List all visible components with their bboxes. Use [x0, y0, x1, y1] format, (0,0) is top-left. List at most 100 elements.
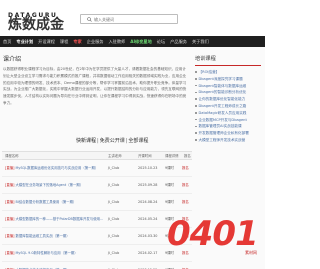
- logo-chinese-text: 炼数成金: [8, 17, 64, 33]
- nav-item[interactable]: 企业服务: [87, 36, 104, 47]
- course-name: BI结合数据分析数据工具使用（第一期）: [15, 200, 77, 204]
- course-date: 2025.10.23: [138, 166, 158, 170]
- enroll-button[interactable]: 报名: [182, 262, 189, 269]
- intro-title: 课介绍: [3, 56, 22, 63]
- header-details: 课程详情: [165, 154, 179, 158]
- course-table: 课程名称 主讲老师 开课时间 课程详情 报名 [直播]MySQL数据库运维优化实…: [2, 151, 192, 269]
- sidebar-course-link[interactable]: DataMagic研发人员应用实践: [195, 110, 261, 117]
- sidebar-course-link[interactable]: 企业数据MCP开发与Dbagent: [195, 117, 261, 124]
- sidebar-course-label: Dbagent深度探究学习课题: [198, 76, 243, 81]
- nav-item[interactable]: 论坛: [157, 36, 165, 47]
- bullet-icon: [195, 84, 197, 87]
- enroll-button[interactable]: 报名: [182, 177, 189, 194]
- sidebar-course-label: 数据库管理员AI实战技能课: [198, 124, 242, 129]
- sidebar-list: 【ROI结营】 Dbagent深度探究学习课题 Dbagent智能体与数据库运维 Db…: [195, 69, 261, 144]
- course-teacher: Ji_Club: [108, 200, 120, 204]
- sidebar-course-link[interactable]: 让你的数据库优化智能化能力: [195, 96, 261, 103]
- course-name-link[interactable]: [直播]大模型数据库的一种——基于PolarDB数据库开发与使用实践（第一期）: [5, 211, 105, 228]
- bullet-icon: [195, 139, 197, 141]
- nav-item[interactable]: 开设课程: [38, 36, 55, 47]
- sidebar-course-link[interactable]: Dbagent的智能诊断分析优化: [195, 89, 261, 96]
- course-name: 大模型数据库的一种——基于PolarDB数据库开发与使用实践（第一期）: [15, 217, 105, 221]
- table-row: [直播]大模型数据库的一种——基于PolarDB数据库开发与使用实践（第一期）J…: [2, 211, 192, 228]
- header-teacher: 主讲老师: [108, 154, 122, 158]
- sidebar-course-label: DataMagic研发人员应用实践: [198, 110, 247, 115]
- course-name-link[interactable]: [直播]MySQL数据库运维优化实用技巧与实战应用（第一期）: [5, 160, 105, 177]
- tab-new-courses[interactable]: 快新课程: [76, 136, 96, 146]
- course-type-tag: [直播]: [5, 234, 15, 238]
- nav-item[interactable]: 专业计划: [16, 36, 33, 47]
- course-name-link[interactable]: [直播]BI结合数据分析数据工具使用（第一期）: [5, 194, 105, 211]
- course-chapters: 9课时: [165, 166, 174, 170]
- course-name-link[interactable]: [直播]大模型在业务场景下的落地Agent（第一期）: [5, 177, 105, 194]
- sidebar-course-link[interactable]: Dbagent智能体与数据库运维: [195, 83, 261, 90]
- nav-item[interactable]: 专家: [73, 36, 81, 47]
- sidebar-course-link[interactable]: 【ROI结营】: [195, 69, 261, 76]
- table-row: [直播]大数据技术栈全流程实战（第一期）Ji_Club 2023.12.22 9课时…: [2, 262, 192, 269]
- course-date: 2024.03.30: [138, 234, 158, 238]
- bullet-icon: [195, 78, 197, 80]
- header-enroll: 报名: [184, 154, 191, 158]
- nav-item[interactable]: 首页: [3, 36, 11, 47]
- intro-body: 以数据获得职业课程学习为目标，由20世纪，在2年中为在学员提供了大量人才，请着数…: [3, 67, 187, 105]
- nav-item[interactable]: AI修变星地: [130, 36, 152, 47]
- enroll-button[interactable]: 报名: [182, 160, 189, 177]
- sidebar-course-link[interactable]: Dbagent深度探究学习课题: [195, 76, 261, 83]
- main-nav: 首页 专业计划 开设课程 课程 专家 企业服务 入驻教师 AI修变星地 论坛 产品服务 关于我们: [0, 36, 265, 47]
- bullet-icon: [195, 112, 197, 114]
- search-box[interactable]: [80, 14, 178, 24]
- header-course-name: 课程名称: [5, 154, 19, 158]
- bullet-icon: [195, 105, 197, 107]
- bullet-icon: [195, 98, 197, 100]
- course-date: 2024.05.24: [138, 217, 158, 221]
- sidebar-course-link[interactable]: 大模型工程师开发技术实战营: [195, 137, 261, 144]
- table-header: 课程名称 主讲老师 开课时间 课程详情 报名: [2, 151, 192, 160]
- nav-item[interactable]: 产品服务: [170, 36, 187, 47]
- sidebar-course-label: 开发数据管理师企业私有化部署: [198, 131, 249, 136]
- course-name-link[interactable]: [直播]数据库智能运维工具实战（第一期）: [5, 228, 105, 245]
- course-teacher: Ji_Club: [108, 183, 120, 187]
- course-name-link[interactable]: [直播]MySQL 9.0新特性解析与应用（第一期）: [5, 245, 105, 262]
- watermark-subtext: 素材网: [245, 250, 257, 255]
- table-body: [直播]MySQL数据库运维优化实用技巧与实战应用（第一期） Ji_Club 202…: [2, 160, 192, 269]
- course-name: 数据库智能运维工具实战（第一期）: [15, 234, 70, 238]
- bullet-icon: [195, 132, 197, 134]
- sidebar-title: 培训课程: [195, 55, 261, 66]
- table-row: [直播]大模型在业务场景下的落地Agent（第一期） Ji_Club 2025.09…: [2, 177, 192, 194]
- watermark-digits: 0401: [167, 214, 259, 254]
- table-row: [直播]MySQL 9.0新特性解析与应用（第一期） Ji_Club 2024.02…: [2, 245, 192, 262]
- tab-separator: |: [97, 138, 99, 144]
- table-row: [直播]MySQL数据库运维优化实用技巧与实战应用（第一期） Ji_Club 202…: [2, 160, 192, 177]
- bullet-icon: [195, 118, 197, 121]
- course-teacher: Ji_Club: [108, 234, 120, 238]
- search-input[interactable]: [94, 16, 174, 23]
- nav-item[interactable]: 入驻教师: [108, 36, 125, 47]
- course-type-tag: [直播]: [5, 200, 15, 204]
- course-name-link[interactable]: [直播]大数据技术栈全流程实战（第一期）: [5, 262, 105, 269]
- course-teacher: Ji_Club: [108, 251, 120, 255]
- course-date: 2023.12.22: [138, 262, 157, 269]
- training-sidebar: 培训课程 【ROI结营】 Dbagent深度探究学习课题 Dbagent智能体与数据…: [195, 55, 261, 144]
- table-row: [直播]数据库智能运维工具实战（第一期） Ji_Club 2024.03.30 9课时…: [2, 228, 192, 245]
- tab-free-courses[interactable]: 免费公开课: [100, 136, 125, 146]
- nav-item[interactable]: 关于我们: [192, 36, 209, 47]
- nav-item[interactable]: 课程: [60, 36, 68, 47]
- site-logo[interactable]: DATAGURU 炼数成金: [8, 12, 64, 32]
- sidebar-course-label: 大模型工程师开发技术实战营: [198, 137, 246, 142]
- watermark-logo: 0401 素材网: [167, 217, 259, 255]
- sidebar-course-label: Dbagent开发工程师成长之路: [198, 103, 247, 108]
- sidebar-course-label: 让你的数据库优化智能化能力: [198, 97, 246, 102]
- bullet-icon: [195, 125, 197, 128]
- enroll-button[interactable]: 报名: [182, 194, 189, 211]
- sidebar-course-link[interactable]: 数据库管理员AI实战技能课: [195, 123, 261, 130]
- course-chapters: 9课时: [165, 262, 174, 269]
- sidebar-course-label: 【ROI结营】: [198, 70, 220, 74]
- sidebar-course-link[interactable]: Dbagent开发工程师成长之路: [195, 103, 261, 110]
- course-teacher: Ji_Club: [108, 166, 120, 170]
- course-name: 大模型在业务场景下的落地Agent（第一期）: [15, 183, 84, 187]
- tab-all-courses[interactable]: 全部课程: [128, 136, 148, 146]
- course-type-tag: [直播]: [5, 166, 15, 170]
- sidebar-course-link[interactable]: 开发数据管理师企业私有化部署: [195, 130, 261, 137]
- course-date: 2025.09.28: [138, 183, 158, 187]
- search-icon[interactable]: [87, 17, 92, 22]
